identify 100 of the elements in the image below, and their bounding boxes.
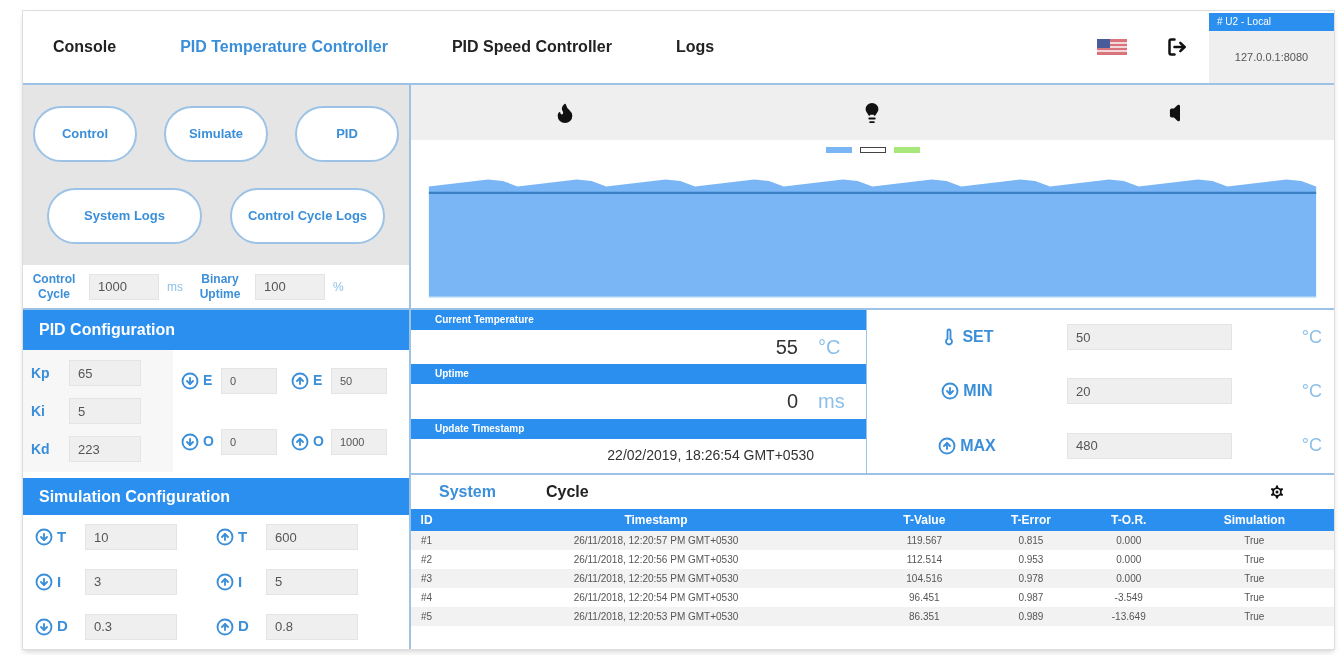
table-cell: 0.978 [978,569,1083,588]
unit-label: % [333,278,345,296]
param-label: T [57,527,68,548]
setpoint-label: MIN [963,381,993,402]
column-header: T-Value [869,509,979,531]
arrow-down-icon [35,573,53,591]
legend-swatch [893,147,920,153]
readout-title: Current Temperature [411,310,866,330]
nav-tab[interactable]: Logs [675,35,715,59]
input-field[interactable]: 50 [331,367,387,394]
arrow-down-icon [35,617,53,636]
table-cell: 0.000 [1082,569,1175,588]
table-cell: 96.451 [869,588,979,607]
arrow-up-icon [216,573,234,591]
readout-title: Update Timestamp [411,418,866,439]
column-header: ID [411,509,443,531]
table-cell: 26/11/2018, 12:20:53 PM GMT+0530 [442,607,870,626]
input-field[interactable]: 10 [85,524,177,551]
param-label: D [238,616,250,637]
gain-label: Kp [31,363,51,383]
input-field[interactable]: 0 [221,428,277,455]
table-cell: 112.514 [869,550,979,569]
table-cell: True [1174,588,1334,607]
arrow-up-icon [938,436,957,455]
input-field[interactable]: 0 [221,367,277,394]
input-field[interactable]: 223 [69,436,141,462]
field-label: Control Cycle [31,271,77,302]
arrow-up-icon [216,528,234,547]
unit-label: °C [1301,325,1322,349]
param-label: D [57,616,69,637]
input-field[interactable]: 1000 [331,428,387,455]
input-field[interactable]: 600 [266,524,358,551]
logout-icon[interactable] [1167,37,1187,57]
table-cell: #2 [411,550,443,569]
input-field[interactable]: 480 [1067,432,1232,459]
setpoint-label: SET [962,327,994,348]
limit-label: O [203,432,215,451]
gain-label: Ki [31,401,46,421]
table-cell: True [1174,569,1334,588]
table-cell: 0.989 [978,607,1083,626]
section-header: PID Configuration [23,310,409,350]
column-header: T-Error [978,509,1083,531]
table-cell: 26/11/2018, 12:20:55 PM GMT+0530 [442,569,870,588]
input-field[interactable]: 5 [69,398,141,424]
input-field[interactable]: 50 [1067,324,1232,351]
settings-icon[interactable] [1268,483,1286,501]
arrow-up-icon [216,617,234,636]
unit-label: °C [818,335,842,361]
arrow-down-icon [941,382,960,401]
table-cell: True [1174,531,1334,550]
input-field[interactable]: 3 [85,569,177,595]
table-cell: 0.987 [978,588,1083,607]
flag-icon[interactable] [1097,39,1127,55]
server-name: # U2 - Local [1209,13,1334,31]
column-header: Simulation [1174,509,1334,531]
readout-title: Uptime [411,364,866,385]
action-button[interactable]: Control Cycle Logs [230,188,385,244]
log-tab[interactable]: Cycle [545,480,589,504]
arrow-up-icon [291,371,309,390]
unit-label: °C [1301,434,1322,458]
server-address: 127.0.0.1:8080 [1209,31,1334,83]
table-cell: 26/11/2018, 12:20:57 PM GMT+0530 [442,531,870,550]
unit-label: °C [1301,380,1322,403]
readout-value: 0 [786,389,798,415]
table-cell: 0.815 [978,531,1083,550]
table-cell: 0.000 [1082,531,1175,550]
arrow-down-icon [181,371,199,390]
nav-tab[interactable]: Console [53,35,117,59]
input-field[interactable]: 1000 [89,273,159,300]
limit-label: O [313,432,325,451]
nav-tab[interactable]: PID Speed Controller [451,35,612,59]
unit-label: ms [167,278,184,296]
arrow-down-icon [35,528,53,547]
table-cell: True [1174,607,1334,626]
input-field[interactable]: 65 [69,360,141,386]
input-field[interactable]: 20 [1067,378,1232,405]
column-header: Timestamp [442,509,870,531]
table-cell: #1 [411,531,443,550]
field-label: Binary Uptime [198,271,242,302]
table-cell: 0.953 [978,550,1083,569]
readout-value: 55 [775,335,798,361]
legend-swatch [825,147,852,153]
input-field[interactable]: 100 [255,273,325,300]
table-cell: #5 [411,607,443,626]
limit-label: E [203,371,214,390]
table-cell: True [1174,550,1334,569]
table-cell: -3.549 [1082,588,1175,607]
readout-value: 22/02/2019, 18:26:54 GMT+0530 [607,446,814,466]
column-header: T-O.R. [1082,509,1175,531]
input-field[interactable]: 5 [266,569,358,595]
arrow-up-icon [291,432,309,451]
table-cell: 26/11/2018, 12:20:54 PM GMT+0530 [442,588,870,607]
table-cell: 104.516 [869,569,979,588]
table-cell: #4 [411,588,443,607]
action-button[interactable]: Control [33,106,137,162]
table-cell: 86.351 [869,607,979,626]
input-field[interactable]: 0.3 [85,613,177,640]
table-cell: #3 [411,569,443,588]
param-label: I [57,571,63,592]
input-field[interactable]: 0.8 [266,613,358,640]
